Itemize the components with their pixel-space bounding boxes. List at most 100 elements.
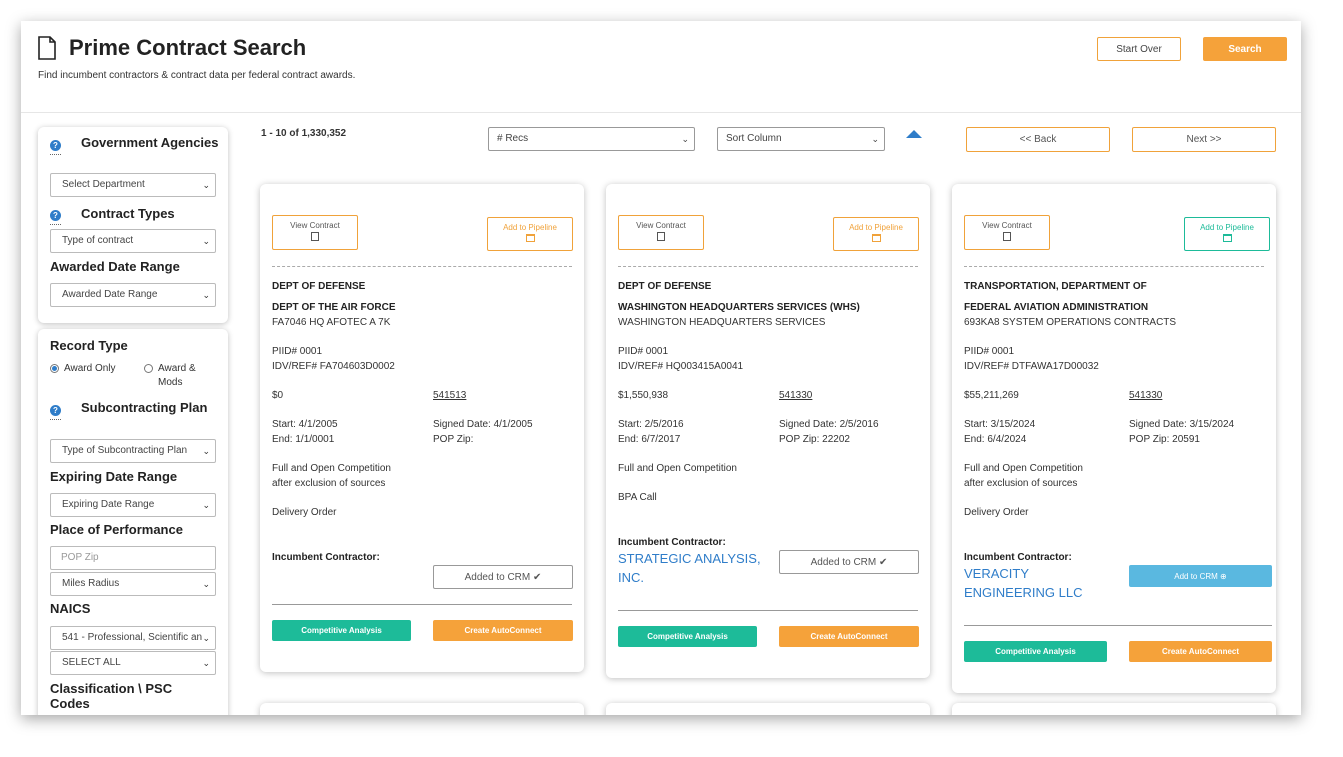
sort-ascending-icon[interactable] [906,130,922,138]
expiring-range-title: Expiring Date Range [50,469,178,484]
competition-type-2: after exclusion of sources [964,478,1078,489]
chevron-down-icon: ⌄ [202,180,210,190]
chevron-down-icon: ⌄ [202,500,210,510]
sort-column-select[interactable]: Sort Column ⌄ [717,127,885,151]
competition-type: Full and Open Competition [618,463,737,474]
pop-zip: POP Zip: 20591 [1129,434,1200,445]
contract-type-select[interactable]: Type of contract ⌄ [50,229,216,253]
chevron-down-icon: ⌄ [202,236,210,246]
competitive-analysis-button[interactable]: Competitive Analysis [618,626,757,647]
pop-title: Place of Performance [50,522,183,537]
incumbent-contractor-link[interactable]: STRATEGIC ANALYSIS, INC. [618,549,761,587]
help-underline [50,419,61,420]
contract-types-title: Contract Types [81,206,175,221]
help-icon[interactable]: ? [50,210,61,221]
add-to-pipeline-button[interactable]: Add to Pipeline [1184,217,1270,251]
card-divider [618,266,918,267]
page-subtitle: Find incumbent contractors & contract da… [38,70,356,81]
help-icon[interactable]: ? [50,140,61,151]
signed-date: Signed Date: 2/5/2016 [779,419,879,430]
naics-link[interactable]: 541330 [779,390,812,401]
naics-select-all[interactable]: SELECT ALL ⌄ [50,651,216,675]
radio-dot[interactable] [144,364,153,373]
view-contract-button[interactable]: View Contract [272,215,358,250]
radio-award-only-label: Award Only [64,363,116,374]
start-date: Start: 4/1/2005 [272,419,338,430]
recs-per-page-select[interactable]: # Recs ⌄ [488,127,695,151]
view-contract-button[interactable]: View Contract [618,215,704,250]
filter-panel-agencies: ? Government Agencies Select Department ⌄… [38,127,228,323]
view-contract-button[interactable]: View Contract [964,215,1050,250]
department-select[interactable]: Select Department ⌄ [50,173,216,197]
awarded-range-select-value: Awarded Date Range [62,289,158,300]
page-title: Prime Contract Search [69,35,307,60]
competitive-analysis-button[interactable]: Competitive Analysis [272,620,411,641]
order-type: BPA Call [618,492,657,503]
naics-select[interactable]: 541 - Professional, Scientific and ⌄ [50,626,216,650]
piid: PIID# 0001 [618,346,669,357]
chevron-down-icon: ⌄ [681,134,689,144]
expiring-range-select-value: Expiring Date Range [62,499,155,510]
contractor-name-line-1: STRATEGIC ANALYSIS, [618,551,761,566]
contract-type-select-value: Type of contract [62,235,134,246]
radio-award-only[interactable]: Award Only [50,362,130,376]
contract-card: View Contract Add to Pipeline DEPT OF DE… [606,184,930,678]
radio-award-mods[interactable]: Award & Mods [144,362,214,392]
department-select-value: Select Department [62,179,145,190]
start-over-button[interactable]: Start Over [1097,37,1181,61]
psc-title-line-1: Classification \ PSC [50,681,173,696]
incumbent-contractor-link[interactable]: VERACITY ENGINEERING LLC [964,564,1082,602]
create-autoconnect-button[interactable]: Create AutoConnect [779,626,919,647]
expiring-range-select[interactable]: Expiring Date Range ⌄ [50,493,216,517]
idv-ref: IDV/REF# HQ003415A0041 [618,361,744,372]
chevron-down-icon: ⌄ [202,446,210,456]
subcontracting-select-value: Type of Subcontracting Plan [62,445,188,456]
pop-zip: POP Zip: 22202 [779,434,850,445]
document-icon [1003,232,1011,241]
subcontracting-select[interactable]: Type of Subcontracting Plan ⌄ [50,439,216,463]
card-divider [964,625,1272,626]
calendar-icon [1222,234,1232,242]
chevron-down-icon: ⌄ [202,658,210,668]
naics-link[interactable]: 541513 [433,390,466,401]
contract-card: View Contract Add to Pipeline DEPT OF DE… [260,184,584,672]
competitive-analysis-button[interactable]: Competitive Analysis [964,641,1107,662]
document-icon [38,36,56,60]
awarded-range-select[interactable]: Awarded Date Range ⌄ [50,283,216,307]
office-name: WASHINGTON HEADQUARTERS SERVICES [618,317,826,328]
added-to-crm-button[interactable]: Added to CRM ✔ [433,565,573,589]
chevron-down-icon: ⌄ [202,579,210,589]
add-to-pipeline-button[interactable]: Add to Pipeline [487,217,573,251]
pop-zip-input[interactable]: POP Zip [50,546,216,570]
radio-dot-selected[interactable] [50,364,59,373]
contractor-name-line-2: ENGINEERING LLC [964,585,1083,600]
search-button[interactable]: Search [1203,37,1287,61]
calendar-icon [525,234,535,242]
idv-ref: IDV/REF# DTFAWA17D00032 [964,361,1099,372]
sub-agency-name: DEPT OF THE AIR FORCE [272,302,396,313]
idv-ref: IDV/REF# FA704603D0002 [272,361,395,372]
added-to-crm-button[interactable]: Added to CRM ✔ [779,550,919,574]
contractor-name-line-1: VERACITY [964,566,1030,581]
back-button[interactable]: << Back [966,127,1110,152]
naics-link[interactable]: 541330 [1129,390,1162,401]
help-icon[interactable]: ? [50,405,61,416]
naics-title: NAICS [50,601,91,616]
add-to-crm-button[interactable]: Add to CRM ⊕ [1129,565,1272,587]
recs-select-value: # Recs [497,133,529,144]
naics-select-value: 541 - Professional, Scientific and [62,632,208,643]
psc-title-line-2: Codes [50,696,90,711]
sub-agency-name: WASHINGTON HEADQUARTERS SERVICES (WHS) [618,302,860,313]
create-autoconnect-button[interactable]: Create AutoConnect [433,620,573,641]
add-to-pipeline-button[interactable]: Add to Pipeline [833,217,919,251]
next-button[interactable]: Next >> [1132,127,1276,152]
awarded-range-title: Awarded Date Range [50,259,180,274]
award-amount: $1,550,938 [618,390,669,401]
end-date: End: 6/7/2017 [618,434,681,445]
miles-radius-select[interactable]: Miles Radius ⌄ [50,572,216,596]
view-contract-label: View Contract [982,221,1032,230]
signed-date: Signed Date: 3/15/2024 [1129,419,1235,430]
record-count: 1 - 10 of 1,330,352 [261,128,347,139]
incumbent-label: Incumbent Contractor: [272,552,380,563]
create-autoconnect-button[interactable]: Create AutoConnect [1129,641,1272,662]
